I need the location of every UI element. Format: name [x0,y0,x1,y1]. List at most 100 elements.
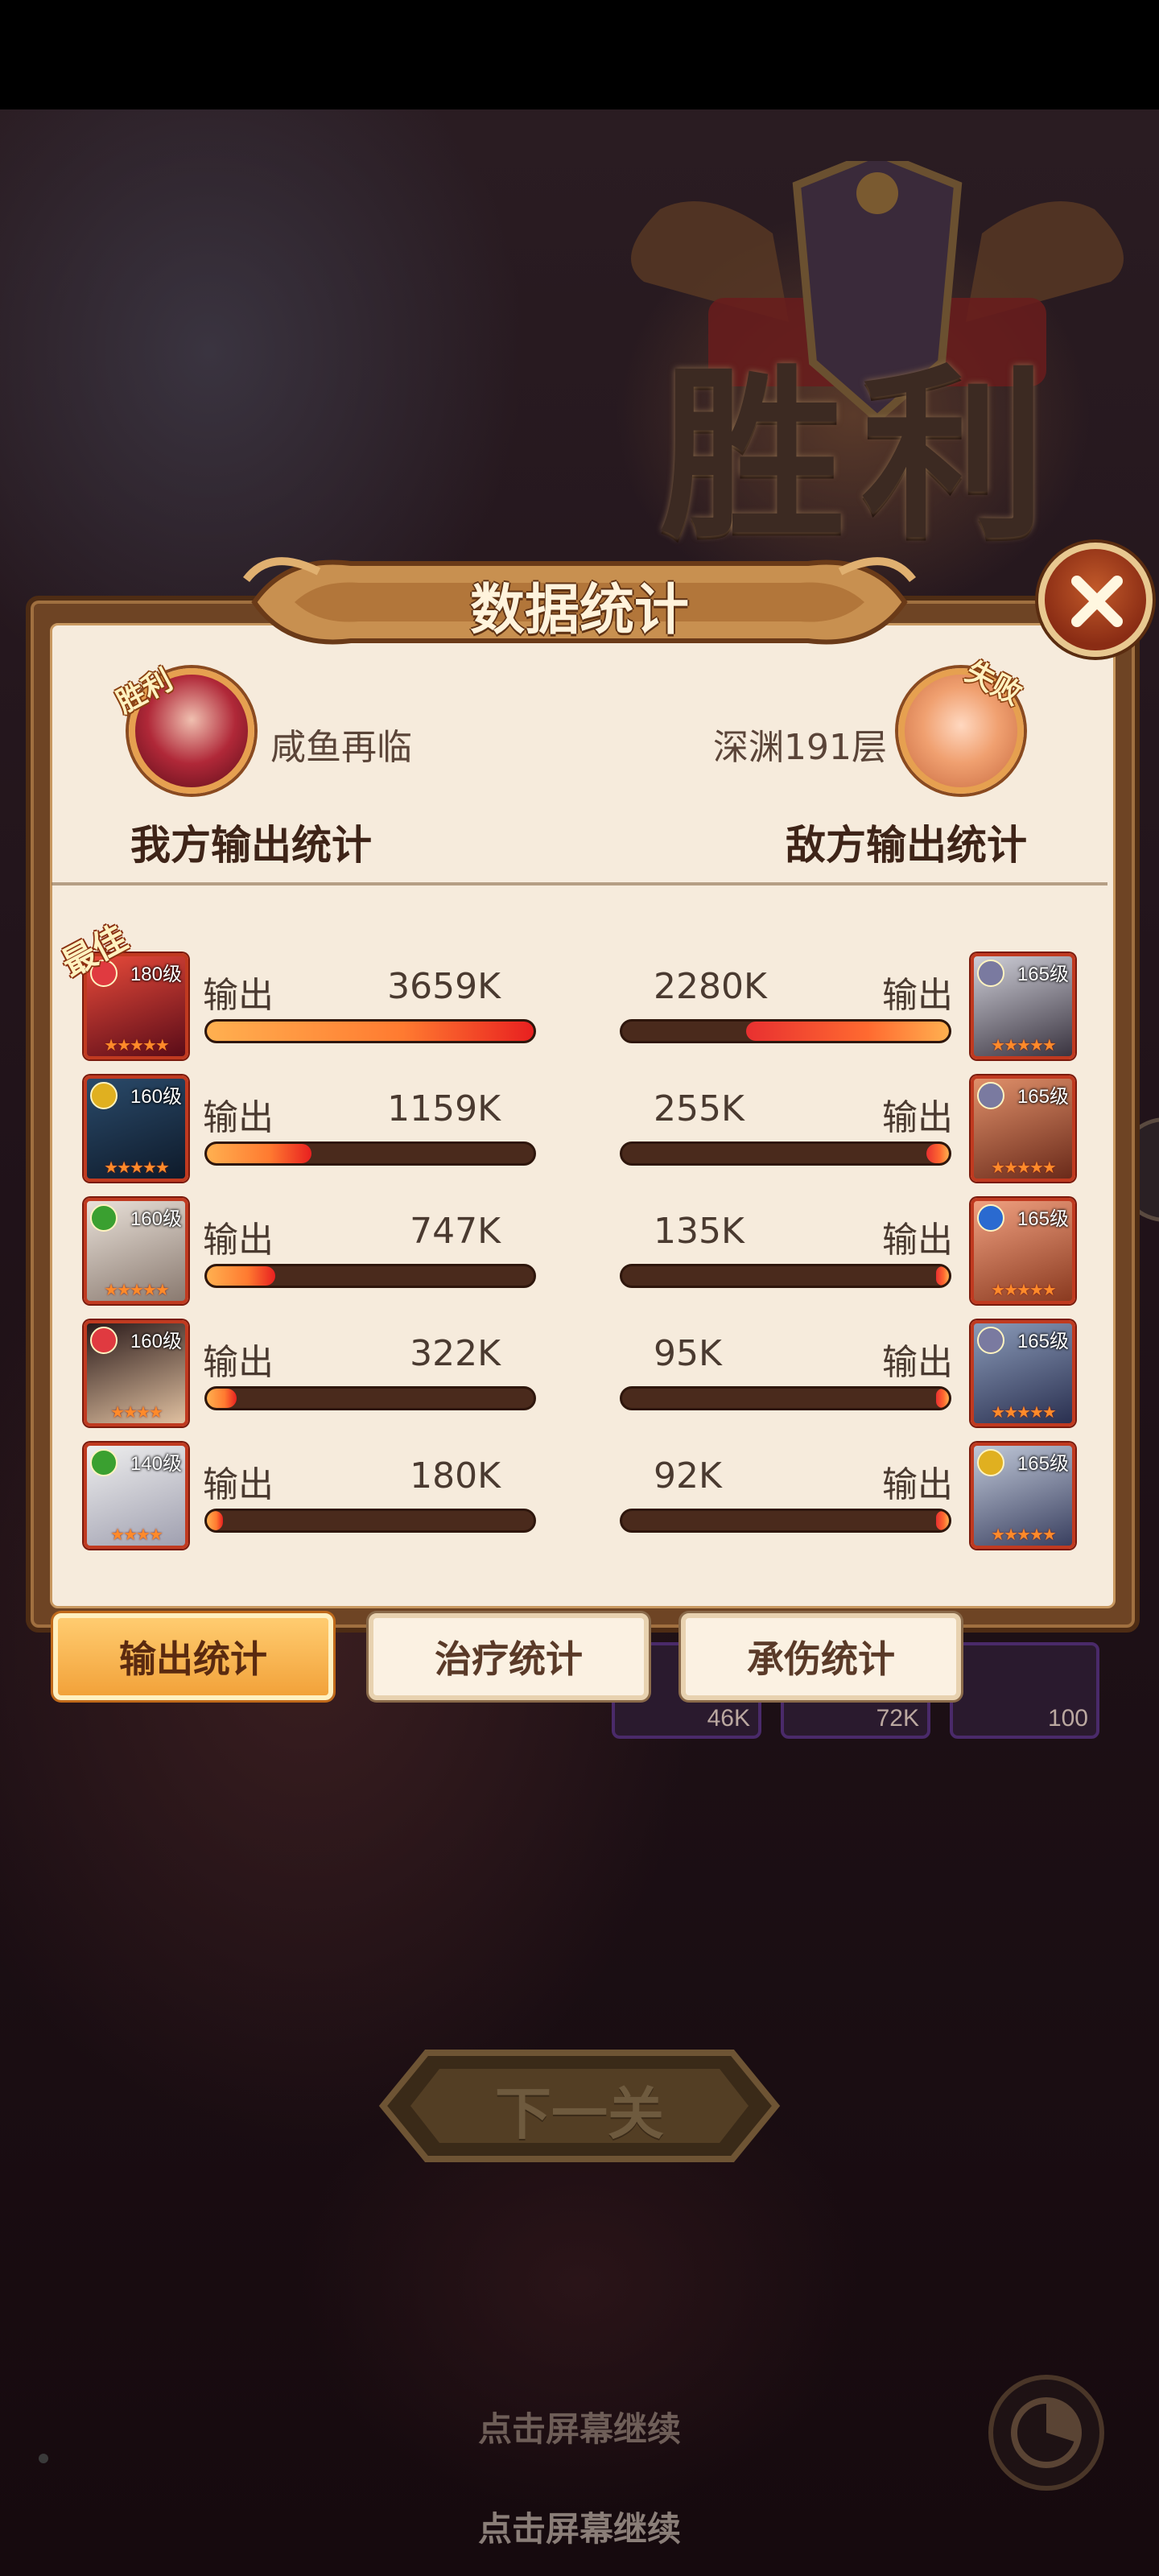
hero-stars: ★★★★ [110,1402,163,1422]
faction-icon [90,1204,118,1232]
damage-label: 输出 [203,1464,274,1505]
damage-row: 140级 ★★★★ 输出 180K 92K 输出 165级 ★★★★★ [0,1443,1159,1555]
enemy-damage-bar [620,1019,951,1043]
damage-value: 747K [410,1211,501,1252]
damage-row: 160级 ★★★★★ 输出 1159K 255K 输出 165级 ★★★★★ [0,1075,1159,1188]
preview-slot: 100 [950,1642,1099,1739]
damage-value: 3659K [387,966,501,1007]
close-icon [1071,576,1123,627]
enemy-damage-title: 敌方输出统计 [786,821,1027,869]
enemy-damage-bar-fill [926,1144,949,1163]
hero-stars: ★★★★★ [991,1035,1057,1055]
victory-title: 胜利 [660,347,1063,564]
faction-icon [90,1327,118,1354]
ally-hero-card[interactable]: 140级 ★★★★ [84,1443,188,1549]
damage-bar [204,1386,536,1410]
tab-damage[interactable]: 输出统计 [53,1613,333,1700]
damage-bar-fill [207,1266,276,1286]
faction-icon [977,960,1004,987]
enemy-damage-value: 95K [654,1333,722,1374]
hero-stars: ★★★★★ [991,1280,1057,1299]
damage-row: 180级 ★★★★★ 输出 3659K 2280K 输出 165级 ★★★★★ [0,953,1159,1066]
preview-value: 46K [707,1705,750,1732]
ally-hero-card[interactable]: 160级 ★★★★ [84,1320,188,1426]
tab-healing[interactable]: 治疗统计 [369,1613,649,1700]
tap-to-continue-hint: 点击屏幕继续 [477,2509,681,2549]
enemy-damage-bar [620,1386,951,1410]
damage-bar-fill [207,1389,237,1408]
hero-level: 165级 [1017,1208,1069,1230]
hero-level: 165级 [1017,1453,1069,1475]
tap-to-continue-hint: 点击屏幕继续 [477,2409,681,2449]
opponent-name: 深渊191层 [713,727,887,768]
damage-value: 322K [410,1333,501,1374]
hero-stars: ★★★★★ [991,1402,1057,1422]
enemy-hero-card[interactable]: 165级 ★★★★★ [971,953,1075,1059]
damage-bar-fill [207,1022,534,1041]
stats-button[interactable] [988,2375,1104,2491]
enemy-damage-bar-fill [935,1389,949,1408]
next-stage-label: 下一关 [495,2080,664,2147]
enemy-hero-card[interactable]: 165级 ★★★★★ [971,1443,1075,1549]
damage-bar-fill [207,1144,311,1163]
hero-stars: ★★★★★ [991,1525,1057,1544]
ally-hero-card[interactable]: 160级 ★★★★★ [84,1075,188,1182]
enemy-damage-bar-fill [746,1022,949,1041]
tab-damage-taken[interactable]: 承伤统计 [681,1613,961,1700]
damage-bar-fill [207,1511,224,1530]
preview-value: 100 [1047,1705,1088,1732]
hero-level: 160级 [130,1086,182,1108]
hero-stars: ★★★★★ [104,1280,170,1299]
damage-bar [204,1264,536,1288]
enemy-hero-card[interactable]: 165级 ★★★★★ [971,1198,1075,1304]
faction-icon [90,1082,118,1109]
page-indicator-dot [39,2454,48,2463]
enemy-damage-label: 输出 [882,1220,953,1261]
damage-value: 180K [410,1455,501,1496]
hero-stars: ★★★★★ [104,1158,170,1177]
hero-level: 180级 [130,964,182,985]
damage-label: 输出 [203,1097,274,1138]
damage-row: 160级 ★★★★ 输出 322K 95K 输出 165级 ★★★★★ [0,1320,1159,1433]
enemy-damage-bar-fill [935,1266,949,1286]
damage-label: 输出 [203,1342,274,1383]
hero-level: 165级 [1017,1331,1069,1352]
hero-stars: ★★★★★ [104,1035,170,1055]
enemy-hero-card[interactable]: 165级 ★★★★★ [971,1320,1075,1426]
hero-level: 160级 [130,1331,182,1352]
panel-title: 数据统计 [469,578,689,642]
enemy-hero-card[interactable]: 165级 ★★★★★ [971,1075,1075,1182]
pie-chart-icon [1011,2397,1082,2468]
damage-label: 输出 [203,975,274,1016]
damage-bar [204,1141,536,1166]
enemy-damage-bar-fill [935,1511,949,1530]
hero-level: 140级 [130,1453,182,1475]
enemy-damage-value: 255K [654,1088,744,1129]
hero-stars: ★★★★ [110,1525,163,1544]
hero-stars: ★★★★★ [991,1158,1057,1177]
ally-hero-card[interactable]: 160级 ★★★★★ [84,1198,188,1304]
damage-value: 1159K [387,1088,501,1129]
faction-icon [90,1449,118,1476]
our-damage-title: 我方输出统计 [130,821,372,869]
hero-level: 165级 [1017,1086,1069,1108]
faction-icon [977,1082,1004,1109]
header-divider [52,882,1107,886]
faction-icon [977,1449,1004,1476]
preview-value: 72K [876,1705,919,1732]
damage-bar [204,1019,536,1043]
faction-icon [977,1327,1004,1354]
close-button[interactable] [1038,543,1153,657]
enemy-damage-bar [620,1509,951,1533]
enemy-damage-label: 输出 [882,1464,953,1505]
status-bar-area [0,0,1159,109]
damage-bar [204,1509,536,1533]
faction-icon [977,1204,1004,1232]
enemy-damage-value: 135K [654,1211,744,1252]
enemy-damage-label: 输出 [882,1097,953,1138]
enemy-damage-value: 92K [654,1455,722,1496]
hero-level: 165级 [1017,964,1069,985]
hero-level: 160级 [130,1208,182,1230]
player-name: 咸鱼再临 [270,727,412,768]
enemy-damage-bar [620,1141,951,1166]
